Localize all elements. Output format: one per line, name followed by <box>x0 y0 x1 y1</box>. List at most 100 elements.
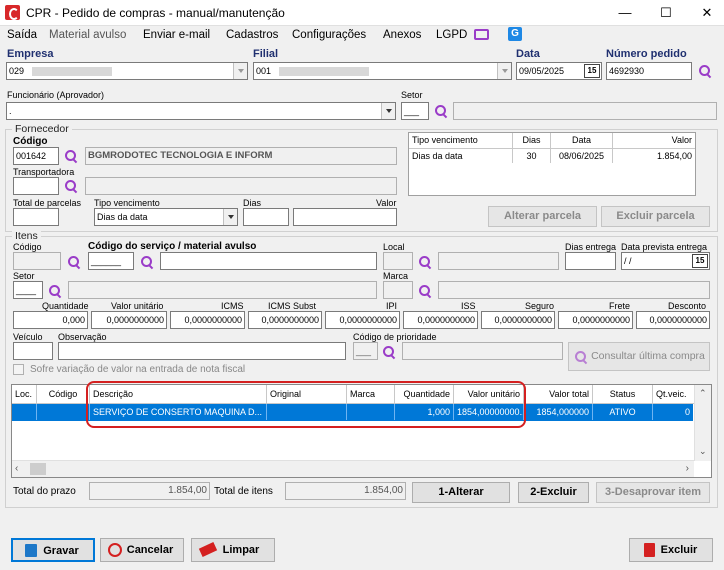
total-itens-field: 1.854,00 <box>285 482 406 500</box>
limpar-button[interactable]: Limpar <box>191 538 275 562</box>
search-icon[interactable] <box>698 64 712 78</box>
codigo-servico-field[interactable]: ______ <box>88 252 134 270</box>
tipo-vencimento-select[interactable]: Dias da data <box>94 208 238 226</box>
transportadora-search-icon[interactable] <box>64 179 78 193</box>
data-prevista-field[interactable]: / /15 <box>621 252 710 270</box>
dias-label: Dias <box>243 198 262 208</box>
transportadora-label: Transportadora <box>13 167 75 177</box>
setor-search-icon[interactable] <box>434 104 448 118</box>
seguro-field[interactable]: 0,0000000000 <box>481 311 555 329</box>
g-app-icon[interactable]: G <box>508 27 522 41</box>
marca-label: Marca <box>383 271 409 281</box>
column-header[interactable]: Quantidade <box>395 385 454 403</box>
item-setor-search-icon[interactable] <box>48 284 62 298</box>
menu-saida[interactable]: Saída <box>7 29 37 41</box>
servico-search-icon[interactable] <box>140 255 154 269</box>
item-setor-field[interactable]: ____ <box>13 281 43 299</box>
dias-entrega-field[interactable] <box>565 252 616 270</box>
parcelas-header: Dias <box>513 133 551 148</box>
excluir-button[interactable]: Excluir <box>629 538 713 562</box>
servico-description[interactable] <box>160 252 377 270</box>
prioridade-field[interactable]: ___ <box>353 342 378 360</box>
fornecedor-nome: BGMRODOTEC TECNOLOGIA E INFORM <box>85 147 397 165</box>
setor-field[interactable]: ___ <box>401 102 429 120</box>
column-header[interactable]: Valor unitário <box>454 385 524 403</box>
numero-pedido-field[interactable]: 4692930 <box>606 62 692 80</box>
valor-field[interactable] <box>293 208 397 226</box>
ipi-field[interactable]: 0,0000000000 <box>325 311 400 329</box>
column-header[interactable]: Original <box>267 385 347 403</box>
column-header[interactable]: Código <box>37 385 90 403</box>
gravar-button[interactable]: Gravar <box>11 538 95 562</box>
valor-unitario-field[interactable]: 0,0000000000 <box>91 311 167 329</box>
excluir-parcela-button[interactable]: Excluir parcela <box>601 206 710 227</box>
transportadora-field[interactable] <box>13 177 59 195</box>
item-codigo-field[interactable] <box>13 252 61 270</box>
total-parcelas-field[interactable] <box>13 208 59 226</box>
prioridade-label: Código de prioridade <box>353 332 437 342</box>
trash-icon <box>644 543 655 557</box>
fornecedor-codigo-field[interactable]: 001642 <box>13 147 59 165</box>
items-table[interactable]: Loc. Código Descrição Original Marca Qua… <box>11 384 712 478</box>
scroll-left-icon[interactable]: ‹ <box>15 463 18 474</box>
menu-material-avulso[interactable]: Material avulso <box>49 29 126 41</box>
funcionario-label: Funcionário (Aprovador) <box>7 90 105 100</box>
excluir-item-button[interactable]: 2-Excluir <box>518 482 589 503</box>
maximize-button[interactable]: ☐ <box>651 2 681 24</box>
marca-search-icon[interactable] <box>418 284 432 298</box>
icms-field[interactable]: 0,0000000000 <box>170 311 245 329</box>
cancelar-button[interactable]: Cancelar <box>100 538 184 562</box>
item-search-icon[interactable] <box>67 255 81 269</box>
scroll-thumb[interactable] <box>30 463 46 475</box>
marca-field[interactable] <box>383 281 413 299</box>
icms-subst-field[interactable]: 0,0000000000 <box>248 311 322 329</box>
funcionario-select[interactable]: . <box>6 102 396 120</box>
iss-field[interactable]: 0,0000000000 <box>403 311 478 329</box>
column-header[interactable]: Valor total <box>524 385 593 403</box>
calendar-icon[interactable]: 15 <box>692 254 708 268</box>
monitor-icon[interactable] <box>474 29 489 40</box>
filial-select[interactable]: 001 <box>253 62 512 80</box>
menu-configuracoes[interactable]: Configurações <box>292 29 366 41</box>
desconto-field[interactable]: 0,0000000000 <box>636 311 710 329</box>
parcelas-row[interactable]: Dias da data 30 08/06/2025 1.854,00 <box>409 149 695 163</box>
scroll-right-icon[interactable]: › <box>686 463 689 474</box>
empresa-select[interactable]: 029 <box>6 62 248 80</box>
alterar-item-button[interactable]: 1-Alterar <box>412 482 510 503</box>
frete-field[interactable]: 0,0000000000 <box>558 311 633 329</box>
close-button[interactable]: ✕ <box>692 2 722 24</box>
fornecedor-search-icon[interactable] <box>64 149 78 163</box>
vertical-scrollbar[interactable]: ⌃ ⌄ <box>694 385 711 461</box>
horizontal-scrollbar[interactable]: ‹ › <box>12 460 694 477</box>
observacao-field[interactable] <box>58 342 346 360</box>
alterar-parcela-button[interactable]: Alterar parcela <box>488 206 597 227</box>
prioridade-search-icon[interactable] <box>382 345 396 359</box>
quantidade-field[interactable]: 0,000 <box>13 311 88 329</box>
menu-anexos[interactable]: Anexos <box>383 29 421 41</box>
column-header[interactable]: Descrição <box>90 385 267 403</box>
column-header[interactable]: Marca <box>347 385 395 403</box>
local-description <box>438 252 559 270</box>
parcelas-cell: 08/06/2025 <box>551 149 613 163</box>
data-field[interactable]: 09/05/2025 15 <box>516 62 602 80</box>
parcelas-table[interactable]: Tipo vencimento Dias Data Valor Dias da … <box>408 132 696 196</box>
menu-lgpd[interactable]: LGPD <box>436 29 467 41</box>
column-header[interactable]: Qt.veic. <box>653 385 693 403</box>
menu-bar: Saída Material avulso Enviar e-mail Cada… <box>0 26 724 46</box>
calendar-icon[interactable]: 15 <box>584 64 600 78</box>
local-search-icon[interactable] <box>418 255 432 269</box>
consultar-ultima-compra-button[interactable]: Consultar última compra <box>568 342 710 371</box>
veiculo-field[interactable] <box>13 342 53 360</box>
menu-cadastros[interactable]: Cadastros <box>226 29 278 41</box>
desaprovar-item-button[interactable]: 3-Desaprovar item <box>596 482 710 503</box>
local-field[interactable] <box>383 252 413 270</box>
scroll-up-icon[interactable]: ⌃ <box>699 389 707 398</box>
column-header[interactable]: Loc. <box>12 385 37 403</box>
dias-field[interactable] <box>243 208 289 226</box>
column-header[interactable]: Status <box>593 385 653 403</box>
table-row[interactable]: SERVIÇO DE CONSERTO MAQUINA D... 1,000 1… <box>12 404 693 421</box>
minimize-button[interactable]: — <box>610 2 640 24</box>
menu-enviar-email[interactable]: Enviar e-mail <box>143 29 210 41</box>
scroll-down-icon[interactable]: ⌄ <box>699 447 707 456</box>
sofre-variacao-checkbox[interactable] <box>13 364 24 375</box>
